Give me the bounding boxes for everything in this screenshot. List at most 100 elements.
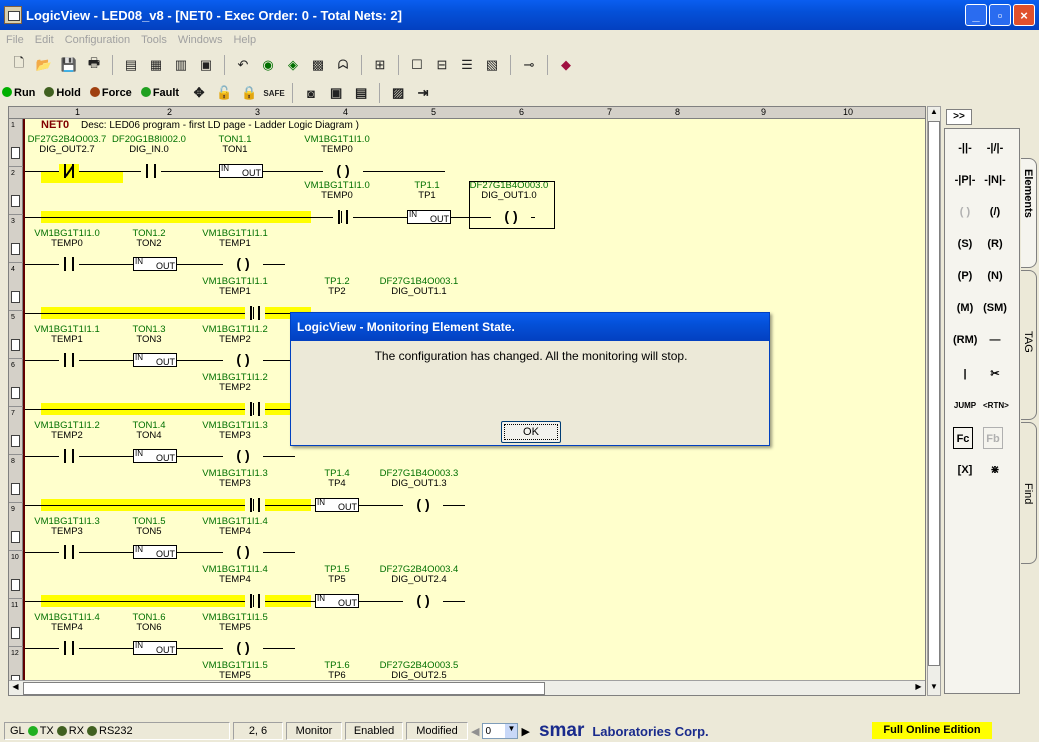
tab-elements[interactable]: Elements xyxy=(1021,158,1037,268)
grid-icon[interactable]: ▦ xyxy=(145,54,167,76)
coil[interactable]: ( ) xyxy=(323,163,363,177)
pos-contact[interactable] xyxy=(245,306,265,320)
binoculars-icon[interactable]: ᗣ xyxy=(332,54,354,76)
contact-no-icon[interactable]: -||- xyxy=(953,137,977,159)
horizontal-link-icon[interactable]: — xyxy=(983,329,1007,351)
page-select[interactable]: 0 ▼ xyxy=(482,723,519,739)
ton-timer[interactable]: IN OUT xyxy=(133,449,177,463)
coil-reset-memory-icon[interactable]: (RM) xyxy=(953,329,977,351)
coil-set-icon[interactable]: (S) xyxy=(953,233,977,255)
menu-tools[interactable]: Tools xyxy=(141,34,167,46)
no-contact[interactable] xyxy=(59,641,79,655)
vertical-link-icon[interactable]: | xyxy=(953,363,977,385)
horizontal-scrollbar[interactable]: ◀ ▶ xyxy=(9,680,925,695)
ton-timer[interactable]: IN OUT xyxy=(133,545,177,559)
no-contact[interactable] xyxy=(59,353,79,367)
menu-configuration[interactable]: Configuration xyxy=(65,34,130,46)
tp-timer[interactable]: IN OUT xyxy=(315,594,359,608)
menu-windows[interactable]: Windows xyxy=(178,34,223,46)
ton-timer[interactable]: IN OUT xyxy=(133,353,177,367)
cable-icon[interactable]: ⊸ xyxy=(518,54,540,76)
tp-timer[interactable]: IN OUT xyxy=(315,498,359,512)
print-icon[interactable]: 🖶 xyxy=(83,54,105,76)
chart-icon[interactable]: ▨ xyxy=(387,82,409,104)
no-contact[interactable] xyxy=(59,449,79,463)
return-icon[interactable]: <RTN> xyxy=(983,395,1009,417)
map-icon[interactable]: ▧ xyxy=(481,54,503,76)
jump-icon[interactable]: JUMP xyxy=(953,395,977,417)
coil[interactable]: ( ) xyxy=(491,209,531,223)
pos-contact[interactable] xyxy=(245,402,265,416)
step-icon[interactable]: ⇥ xyxy=(412,82,434,104)
pos-contact[interactable] xyxy=(245,498,265,512)
no-contact[interactable] xyxy=(59,257,79,271)
open-icon[interactable]: 📂 xyxy=(33,54,55,76)
save-icon[interactable]: 💾 xyxy=(58,54,80,76)
pos-contact[interactable] xyxy=(333,210,353,224)
run-button[interactable]: Run xyxy=(2,87,35,99)
globe-icon[interactable]: ◉ xyxy=(257,54,279,76)
ton-timer[interactable]: IN OUT xyxy=(219,164,263,178)
contact-pos-icon[interactable]: -|P|- xyxy=(953,169,977,191)
delete-element-icon[interactable]: ⋇ xyxy=(983,459,1007,481)
undo-icon[interactable]: ↶ xyxy=(232,54,254,76)
menu-help[interactable]: Help xyxy=(233,34,256,46)
safe-icon[interactable]: SAFE xyxy=(263,82,285,104)
table2-icon[interactable]: ⊟ xyxy=(431,54,453,76)
coil[interactable]: ( ) xyxy=(223,448,263,462)
lock1-icon[interactable]: 🔓 xyxy=(213,82,235,104)
coil-inverted-icon[interactable]: (/) xyxy=(983,201,1007,223)
hold-button[interactable]: Hold xyxy=(44,87,81,99)
scroll-left-icon[interactable]: ◀ xyxy=(9,682,22,695)
ton-timer[interactable]: IN OUT xyxy=(133,257,177,271)
coil-neg-icon[interactable]: (N) xyxy=(983,265,1007,287)
no-contact[interactable] xyxy=(141,164,161,178)
tab-tag[interactable]: TAG xyxy=(1021,270,1037,420)
tab-find[interactable]: Find xyxy=(1021,422,1037,564)
view-icon[interactable]: ▤ xyxy=(120,54,142,76)
function-icon[interactable]: Fc xyxy=(953,427,973,449)
monitor2-icon[interactable]: ▣ xyxy=(325,82,347,104)
contact-nc-icon[interactable]: -|/|- xyxy=(983,137,1007,159)
cut-icon[interactable]: ✂ xyxy=(983,363,1007,385)
minimize-button[interactable]: _ xyxy=(965,4,987,26)
fault-button[interactable]: Fault xyxy=(140,87,179,99)
net12-icon[interactable]: ☰ xyxy=(456,54,478,76)
coil[interactable]: ( ) xyxy=(403,497,443,511)
coil[interactable]: ( ) xyxy=(223,640,263,654)
vertical-scrollbar[interactable]: ▲ ▼ xyxy=(927,106,941,696)
new-icon[interactable]: 🗋 xyxy=(8,54,30,76)
ton-timer[interactable]: IN OUT xyxy=(133,641,177,655)
scroll-thumb[interactable] xyxy=(23,682,545,695)
force-button[interactable]: Force xyxy=(89,87,132,99)
tp-timer[interactable]: IN OUT xyxy=(407,210,451,224)
list-icon[interactable]: ▣ xyxy=(195,54,217,76)
coil[interactable]: ( ) xyxy=(223,256,263,270)
coil-set-memory-icon[interactable]: (SM) xyxy=(983,297,1007,319)
scroll-right-icon[interactable]: ▶ xyxy=(912,682,925,695)
ok-button[interactable]: OK xyxy=(501,421,561,443)
table-icon[interactable]: ▥ xyxy=(170,54,192,76)
palette-collapse-button[interactable]: >> xyxy=(946,109,972,125)
graph-icon[interactable]: ▩ xyxy=(307,54,329,76)
coil[interactable]: ( ) xyxy=(223,352,263,366)
function-block-icon[interactable]: Fb xyxy=(983,427,1003,449)
coil-pos-icon[interactable]: (P) xyxy=(953,265,977,287)
maximize-button[interactable]: ▫ xyxy=(989,4,1011,26)
frame-icon[interactable]: ☐ xyxy=(406,54,428,76)
app-icon[interactable] xyxy=(4,6,22,24)
coil[interactable]: ( ) xyxy=(223,544,263,558)
network-icon[interactable]: ◈ xyxy=(282,54,304,76)
monitor3-icon[interactable]: ▤ xyxy=(350,82,372,104)
coil-memory-icon[interactable]: (M) xyxy=(953,297,977,319)
nc-contact[interactable] xyxy=(59,164,79,178)
contact-neg-icon[interactable]: -|N|- xyxy=(983,169,1007,191)
coil[interactable]: ( ) xyxy=(403,593,443,607)
scroll-up-icon[interactable]: ▲ xyxy=(928,107,940,120)
pos-contact[interactable] xyxy=(245,594,265,608)
select-box-icon[interactable]: [X] xyxy=(953,459,977,481)
menu-edit[interactable]: Edit xyxy=(35,34,54,46)
scroll-thumb[interactable] xyxy=(928,121,940,666)
monitor-icon[interactable]: ◙ xyxy=(300,82,322,104)
coil-reset-icon[interactable]: (R) xyxy=(983,233,1007,255)
